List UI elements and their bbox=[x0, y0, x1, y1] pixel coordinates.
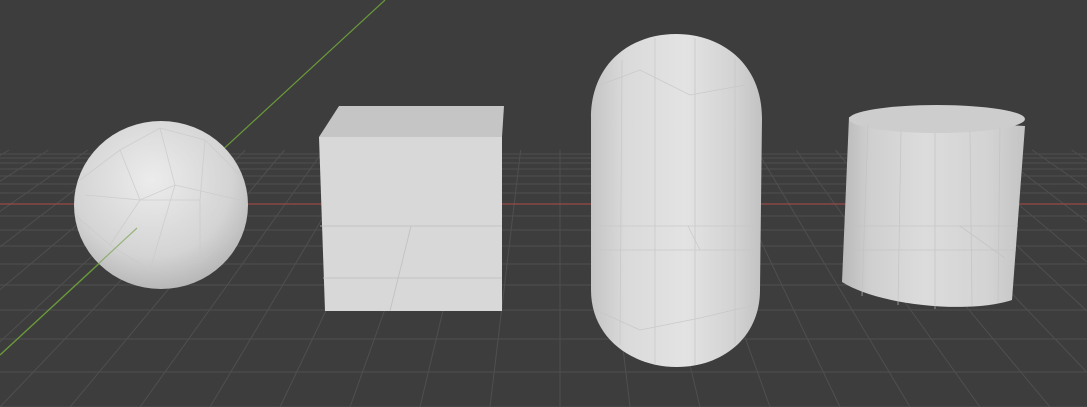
cube-object[interactable] bbox=[319, 106, 504, 312]
grid-line bbox=[1071, 149, 1087, 161]
grid-line bbox=[0, 149, 10, 157]
viewport-canvas[interactable] bbox=[0, 0, 1087, 407]
3d-viewport[interactable] bbox=[0, 0, 1087, 407]
grid-line bbox=[1031, 149, 1087, 189]
grid-line bbox=[0, 149, 49, 182]
ico-sphere-object[interactable] bbox=[0, 121, 248, 356]
cylinder-object[interactable] bbox=[842, 105, 1025, 309]
capsule-object[interactable] bbox=[591, 34, 762, 367]
